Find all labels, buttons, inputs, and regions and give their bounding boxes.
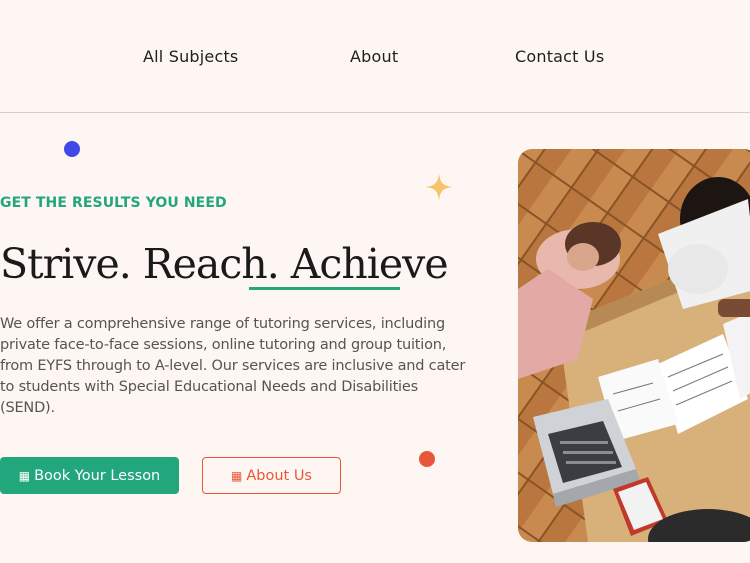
book-lesson-button[interactable]: ▦ Book Your Lesson (0, 457, 179, 494)
nav-link-contact-us[interactable]: Contact Us (515, 47, 604, 66)
nav-link-about[interactable]: About (350, 47, 398, 66)
headline-underline (249, 287, 400, 290)
decorative-orange-dot (419, 451, 435, 467)
info-icon: ▦ (231, 468, 243, 483)
sparkle-icon (425, 173, 453, 201)
nav-link-all-subjects[interactable]: All Subjects (143, 47, 238, 66)
about-us-label: About Us (246, 467, 312, 484)
about-us-button[interactable]: ▦ About Us (202, 457, 341, 494)
hero-description: We offer a comprehensive range of tutori… (0, 316, 466, 416)
hero-headline: Strive. Reach. Achieve (0, 238, 449, 290)
book-lesson-label: Book Your Lesson (34, 467, 161, 484)
hero-eyebrow: GET THE RESULTS YOU NEED (0, 195, 227, 211)
hero-photo (518, 149, 750, 542)
decorative-blue-dot (64, 141, 80, 157)
top-navigation: All Subjects About Contact Us (0, 0, 750, 113)
students-studying-image (518, 149, 750, 542)
calendar-icon: ▦ (18, 468, 31, 483)
headline-plain: Strive. Reach. (0, 240, 280, 288)
headline-accent: Achieve (290, 240, 449, 288)
